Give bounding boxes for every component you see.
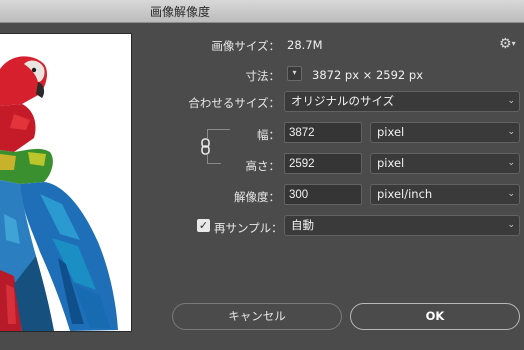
- height-input[interactable]: [284, 153, 362, 174]
- chevron-down-icon: ⌄: [507, 96, 515, 106]
- parrot-image: [0, 34, 131, 331]
- title-bar: 画像解像度: [0, 0, 524, 23]
- dimensions-unit-dropdown[interactable]: ▾: [287, 66, 302, 81]
- image-size-dialog: 画像解像度 ⚙▾ 画像サイズ： 28.7M 寸法： ▾ 3872 px × 25…: [0, 0, 524, 350]
- dimensions-label: 寸法：: [245, 69, 281, 83]
- checkmark-icon: ✓: [198, 219, 209, 232]
- chevron-down-icon: ▾: [292, 68, 297, 77]
- resolution-input[interactable]: [284, 184, 362, 205]
- height-unit-value: pixel: [377, 156, 405, 170]
- resolution-label: 解像度：: [234, 190, 280, 204]
- ok-button[interactable]: OK: [350, 303, 520, 330]
- resolution-unit-select[interactable]: pixel/inch ⌄: [370, 184, 520, 205]
- resample-checkbox[interactable]: ✓: [197, 219, 210, 232]
- chain-link-icon[interactable]: [198, 138, 213, 155]
- chevron-down-icon: ⌄: [507, 189, 515, 199]
- chevron-down-icon: ⌄: [507, 158, 515, 168]
- fit-to-label: 合わせるサイズ：: [188, 96, 280, 110]
- resolution-unit-value: pixel/inch: [377, 187, 433, 201]
- dimensions-value: 3872 px × 2592 px: [312, 68, 424, 82]
- resample-value: 自動: [291, 218, 314, 232]
- fit-to-value: オリジナルのサイズ: [291, 94, 395, 108]
- resample-select[interactable]: 自動 ⌄: [284, 215, 520, 236]
- height-unit-select[interactable]: pixel ⌄: [370, 153, 520, 174]
- image-preview[interactable]: [0, 33, 132, 332]
- window-title: 画像解像度: [150, 5, 211, 19]
- width-label: 幅：: [257, 128, 280, 142]
- cancel-button[interactable]: キャンセル: [172, 303, 342, 330]
- height-label: 高さ：: [245, 159, 281, 173]
- image-size-value: 28.7M: [287, 38, 323, 52]
- resample-label: 再サンプル：: [214, 221, 283, 235]
- chevron-down-icon: ⌄: [507, 220, 515, 230]
- width-unit-value: pixel: [377, 125, 405, 139]
- width-unit-select[interactable]: pixel ⌄: [370, 122, 520, 143]
- fit-to-select[interactable]: オリジナルのサイズ ⌄: [284, 91, 520, 112]
- gear-icon[interactable]: ⚙▾: [499, 36, 516, 52]
- image-size-label: 画像サイズ：: [211, 39, 280, 53]
- width-input[interactable]: [284, 122, 362, 143]
- chevron-down-icon: ⌄: [507, 127, 515, 137]
